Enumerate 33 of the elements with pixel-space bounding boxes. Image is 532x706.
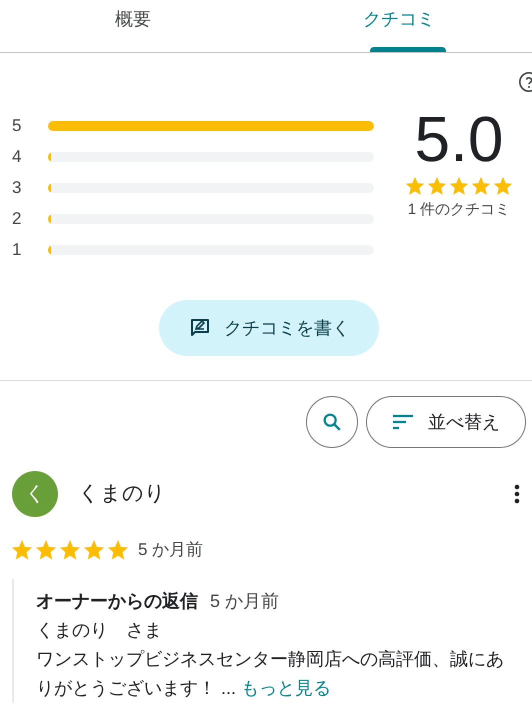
more-options-icon[interactable]	[514, 484, 520, 504]
star-icon	[82, 538, 106, 562]
star-icon	[470, 175, 492, 197]
average-score: 5.0	[414, 103, 504, 175]
star-level-label: 1	[12, 239, 22, 262]
sort-button[interactable]: 並べ替え	[366, 396, 526, 448]
star-icon	[448, 175, 470, 197]
tab[interactable]: クチコミ	[266, 0, 532, 52]
sort-icon	[392, 414, 414, 430]
star-icon	[58, 538, 82, 562]
reviewer-name: くまのり	[78, 481, 167, 508]
owner-reply-title: オーナーからの返信	[36, 590, 198, 612]
read-more-link[interactable]: もっと見る	[241, 678, 332, 698]
owner-reply-text: ワンストップビジネスセンター静岡店への高評価、誠にありがとうございます！ ... もっと見る	[36, 648, 505, 700]
write-review-button[interactable]: クチコミを書く	[159, 300, 379, 356]
star-icon	[492, 175, 514, 197]
search-icon	[321, 411, 343, 433]
star-icon	[34, 538, 58, 562]
search-button[interactable]	[306, 396, 358, 448]
star-level-label: 4	[12, 146, 22, 168]
owner-reply-greeting: くまのり さま	[36, 618, 163, 642]
owner-reply-time: 5 か月前	[210, 590, 280, 612]
star-icon	[106, 538, 130, 562]
avatar: く	[12, 471, 58, 517]
review-time: 5 か月前	[138, 539, 204, 561]
star-level-label: 2	[12, 208, 22, 230]
star-icon	[404, 175, 426, 197]
star-level-label: 5	[12, 115, 22, 138]
tab[interactable]: 概要	[0, 0, 266, 52]
star-level-label: 3	[12, 177, 22, 200]
star-icon	[10, 538, 34, 562]
star-icon	[426, 175, 448, 197]
review-count: 1 件のクチコミ	[408, 200, 510, 220]
